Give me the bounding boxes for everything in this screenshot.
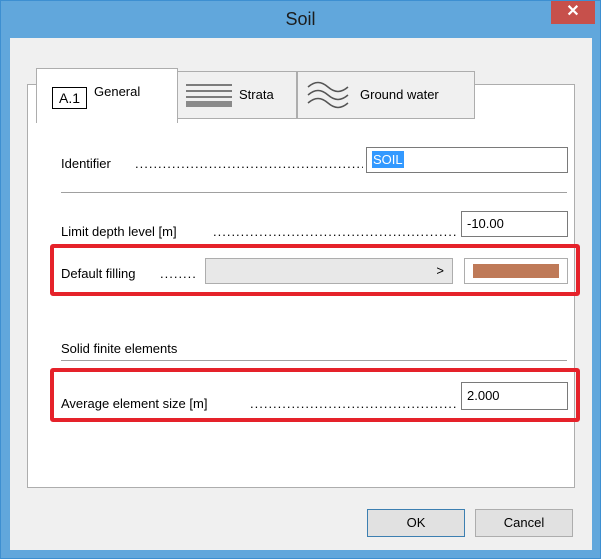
limit-depth-leader-dots: ........................................… bbox=[213, 224, 456, 239]
section-solid-finite-elements: Solid finite elements bbox=[61, 341, 178, 356]
general-badge: A.1 bbox=[52, 87, 87, 109]
tab-general-label: General bbox=[94, 84, 141, 99]
tab-strata[interactable]: Strata bbox=[177, 71, 297, 119]
highlight-default-filling bbox=[50, 244, 580, 296]
ok-button[interactable]: OK bbox=[367, 509, 465, 537]
identifier-value: SOIL bbox=[372, 151, 404, 168]
limit-depth-input[interactable]: -10.00 bbox=[461, 211, 568, 237]
separator-1 bbox=[61, 192, 567, 194]
window-title: Soil bbox=[285, 9, 316, 29]
tab-general[interactable]: A.1 General bbox=[36, 68, 178, 123]
identifier-leader-dots: ........................................… bbox=[135, 156, 363, 171]
close-icon: ✕ bbox=[566, 3, 580, 20]
separator-2 bbox=[61, 360, 567, 362]
tab-strata-label: Strata bbox=[239, 87, 274, 102]
strata-lines-icon bbox=[186, 84, 232, 107]
limit-depth-label: Limit depth level [m] bbox=[61, 224, 177, 239]
close-button[interactable]: ✕ bbox=[551, 1, 595, 24]
title-bar[interactable]: Soil ✕ bbox=[1, 1, 600, 37]
wave-icon bbox=[307, 81, 349, 109]
highlight-avg-element-size bbox=[50, 368, 580, 422]
tab-ground-water[interactable]: Ground water bbox=[297, 71, 475, 119]
cancel-button[interactable]: Cancel bbox=[475, 509, 573, 537]
identifier-input[interactable]: SOIL bbox=[366, 147, 568, 173]
tab-ground-water-label: Ground water bbox=[360, 87, 439, 102]
identifier-label: Identifier bbox=[61, 156, 111, 171]
